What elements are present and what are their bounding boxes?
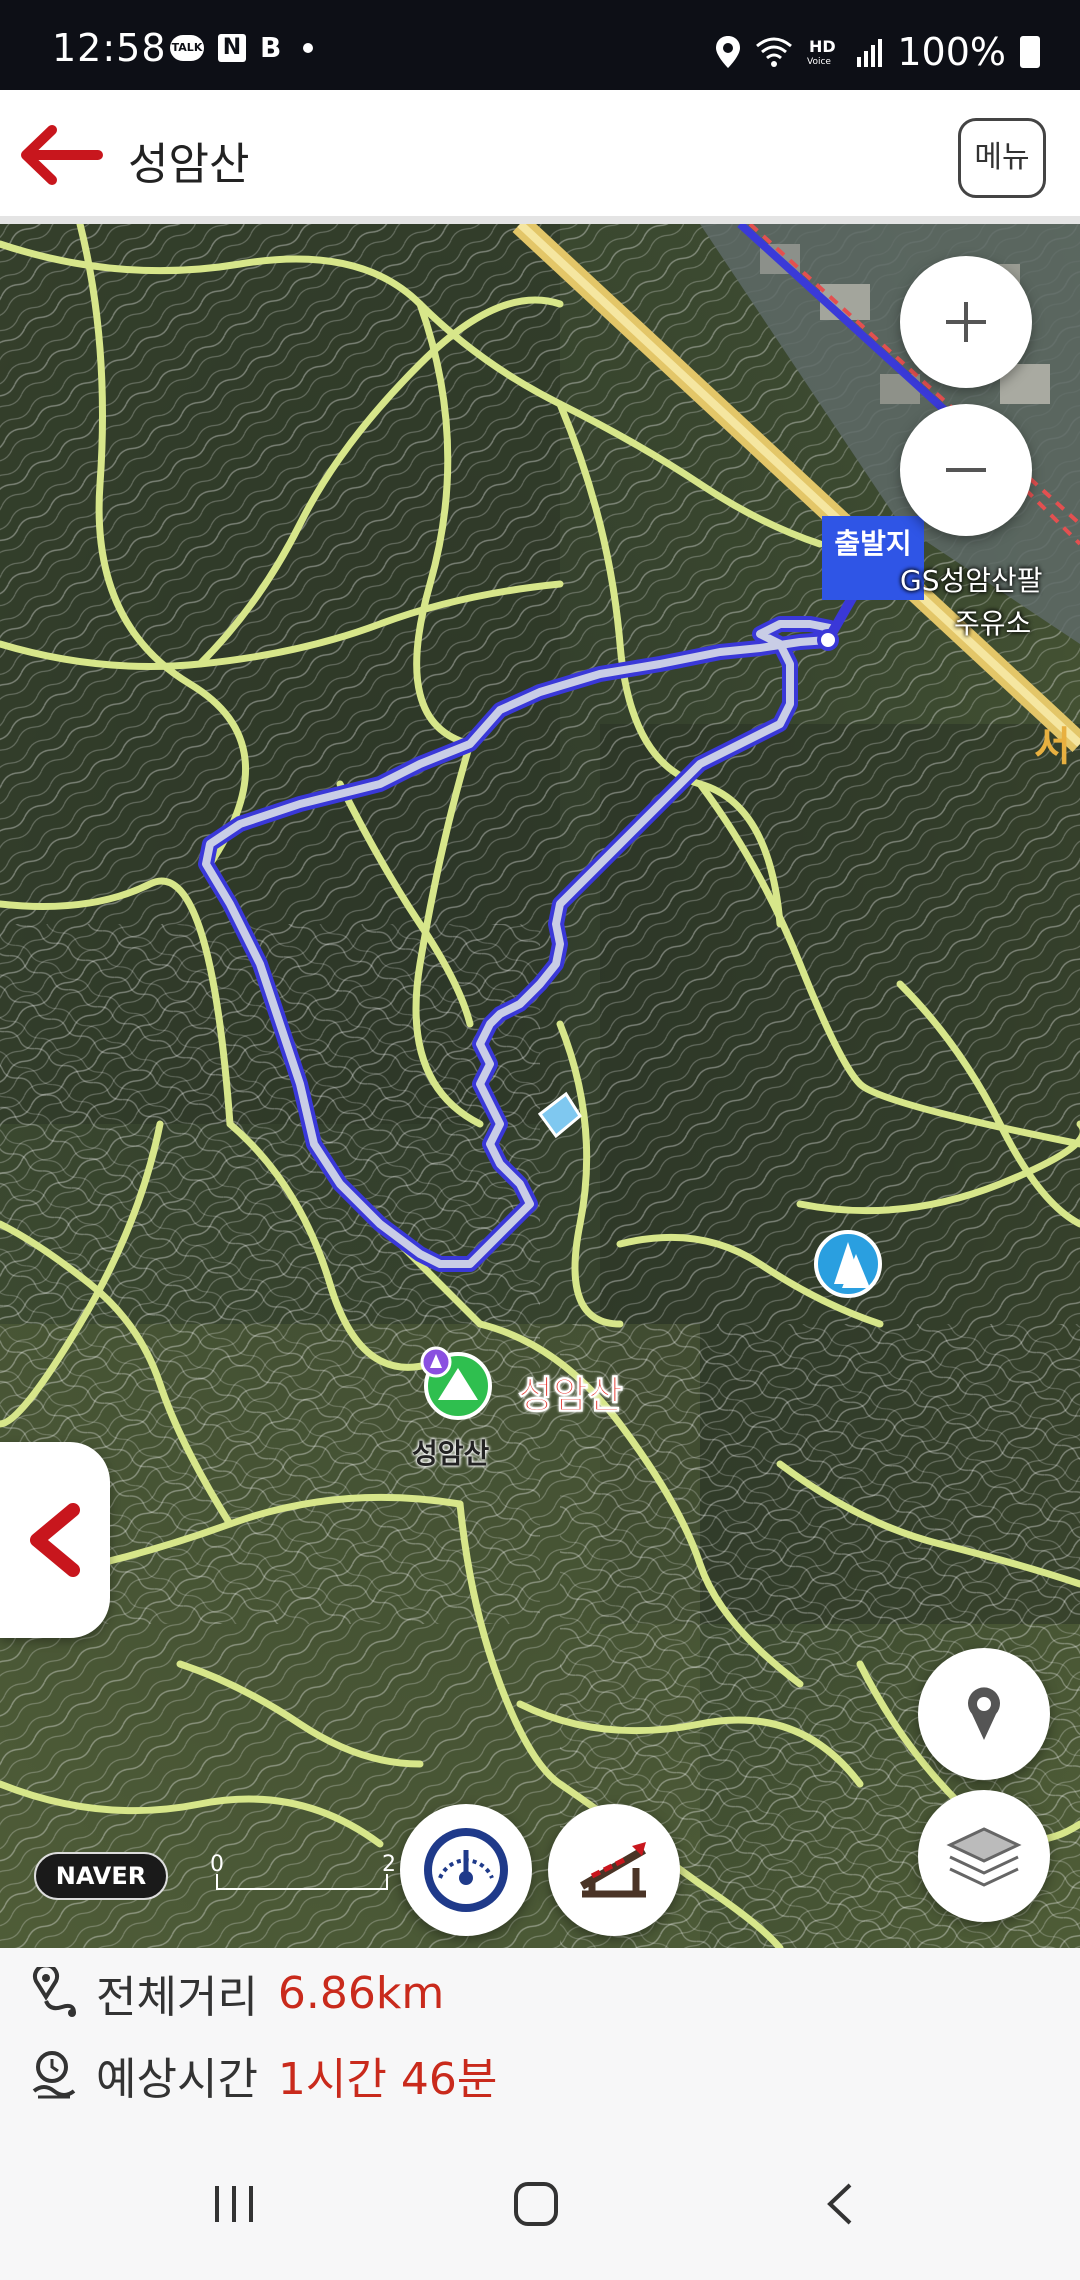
summit-label[interactable]: 성암산 — [412, 1432, 489, 1472]
svg-text:HD: HD — [809, 37, 836, 56]
signal-icon — [857, 39, 883, 67]
b-icon: B — [260, 31, 282, 64]
system-back-button[interactable] — [800, 2164, 880, 2244]
back-arrow-icon — [21, 125, 103, 185]
page-title: 성암산 — [128, 139, 250, 190]
speed-button[interactable] — [400, 1804, 532, 1936]
map-view[interactable]: 출발지 GS성암산팔 주유소 서 성암산 성암산 NAVER 0 2 — [0, 224, 1080, 1948]
zoom-in-button[interactable] — [900, 256, 1032, 388]
elevation-button[interactable] — [548, 1804, 680, 1936]
route-distance-icon — [33, 1967, 76, 2017]
scale-bar — [216, 1874, 388, 1890]
wifi-icon — [756, 37, 793, 67]
home-icon — [514, 2182, 558, 2226]
app-header: 성암산 메뉴 — [0, 90, 1080, 224]
edge-place-label: 서 — [1034, 724, 1071, 770]
location-pin-icon — [716, 36, 741, 68]
elevation-icon — [579, 1842, 647, 1898]
zoom-out-button[interactable] — [900, 404, 1032, 536]
home-button[interactable] — [496, 2164, 576, 2244]
svg-text:Voice: Voice — [807, 57, 831, 67]
talk-icon: TALK — [170, 35, 204, 61]
n-icon: N — [218, 34, 246, 62]
battery-icon — [1020, 36, 1040, 68]
plus-icon — [946, 302, 986, 342]
menu-button[interactable]: 메뉴 — [958, 118, 1046, 198]
map-layers-button[interactable] — [918, 1790, 1050, 1922]
status-time: 12:58 — [52, 26, 167, 70]
time-row: 예상시간 1시간 46분 — [30, 2040, 497, 2110]
minus-icon — [946, 468, 986, 472]
naver-attribution[interactable]: NAVER — [34, 1852, 168, 1900]
back-button[interactable] — [20, 120, 104, 190]
summit-label-highlight[interactable]: 성암산 — [518, 1364, 624, 1419]
distance-row: 전체거리 6.86km — [30, 1958, 444, 2028]
recent-apps-button[interactable] — [194, 2164, 274, 2244]
poi-label-line2[interactable]: 주유소 — [954, 602, 1031, 642]
hd-voice-icon: HDVoice — [807, 37, 836, 67]
recent-apps-icon — [215, 2186, 253, 2222]
route-info-panel: 전체거리 6.86km 예상시간 1시간 46분 — [0, 1948, 1080, 2124]
dot-icon — [303, 43, 314, 53]
location-pin-icon — [968, 1687, 1000, 1740]
distance-label: 전체거리 — [96, 1972, 258, 2023]
forest-poi-icon[interactable] — [814, 1230, 882, 1298]
speedometer-icon — [424, 1828, 508, 1912]
system-nav-bar — [0, 2124, 1080, 2280]
status-bar: 12:58 TALK N B HD Voice 100% — [0, 0, 1080, 90]
estimated-time-icon — [32, 2051, 76, 2099]
time-value: 1시간 46분 — [277, 2054, 498, 2105]
battery-percent: 100% — [897, 30, 1006, 74]
layers-icon — [946, 1827, 1022, 1887]
distance-value: 6.86km — [277, 1967, 445, 2019]
poi-label[interactable]: GS성암산팔 — [900, 564, 1043, 598]
time-label: 예상시간 — [96, 2054, 258, 2105]
side-panel-toggle[interactable] — [0, 1442, 110, 1638]
back-icon — [827, 2183, 852, 2225]
my-location-button[interactable] — [918, 1648, 1050, 1780]
chevron-left-icon — [30, 1503, 80, 1577]
